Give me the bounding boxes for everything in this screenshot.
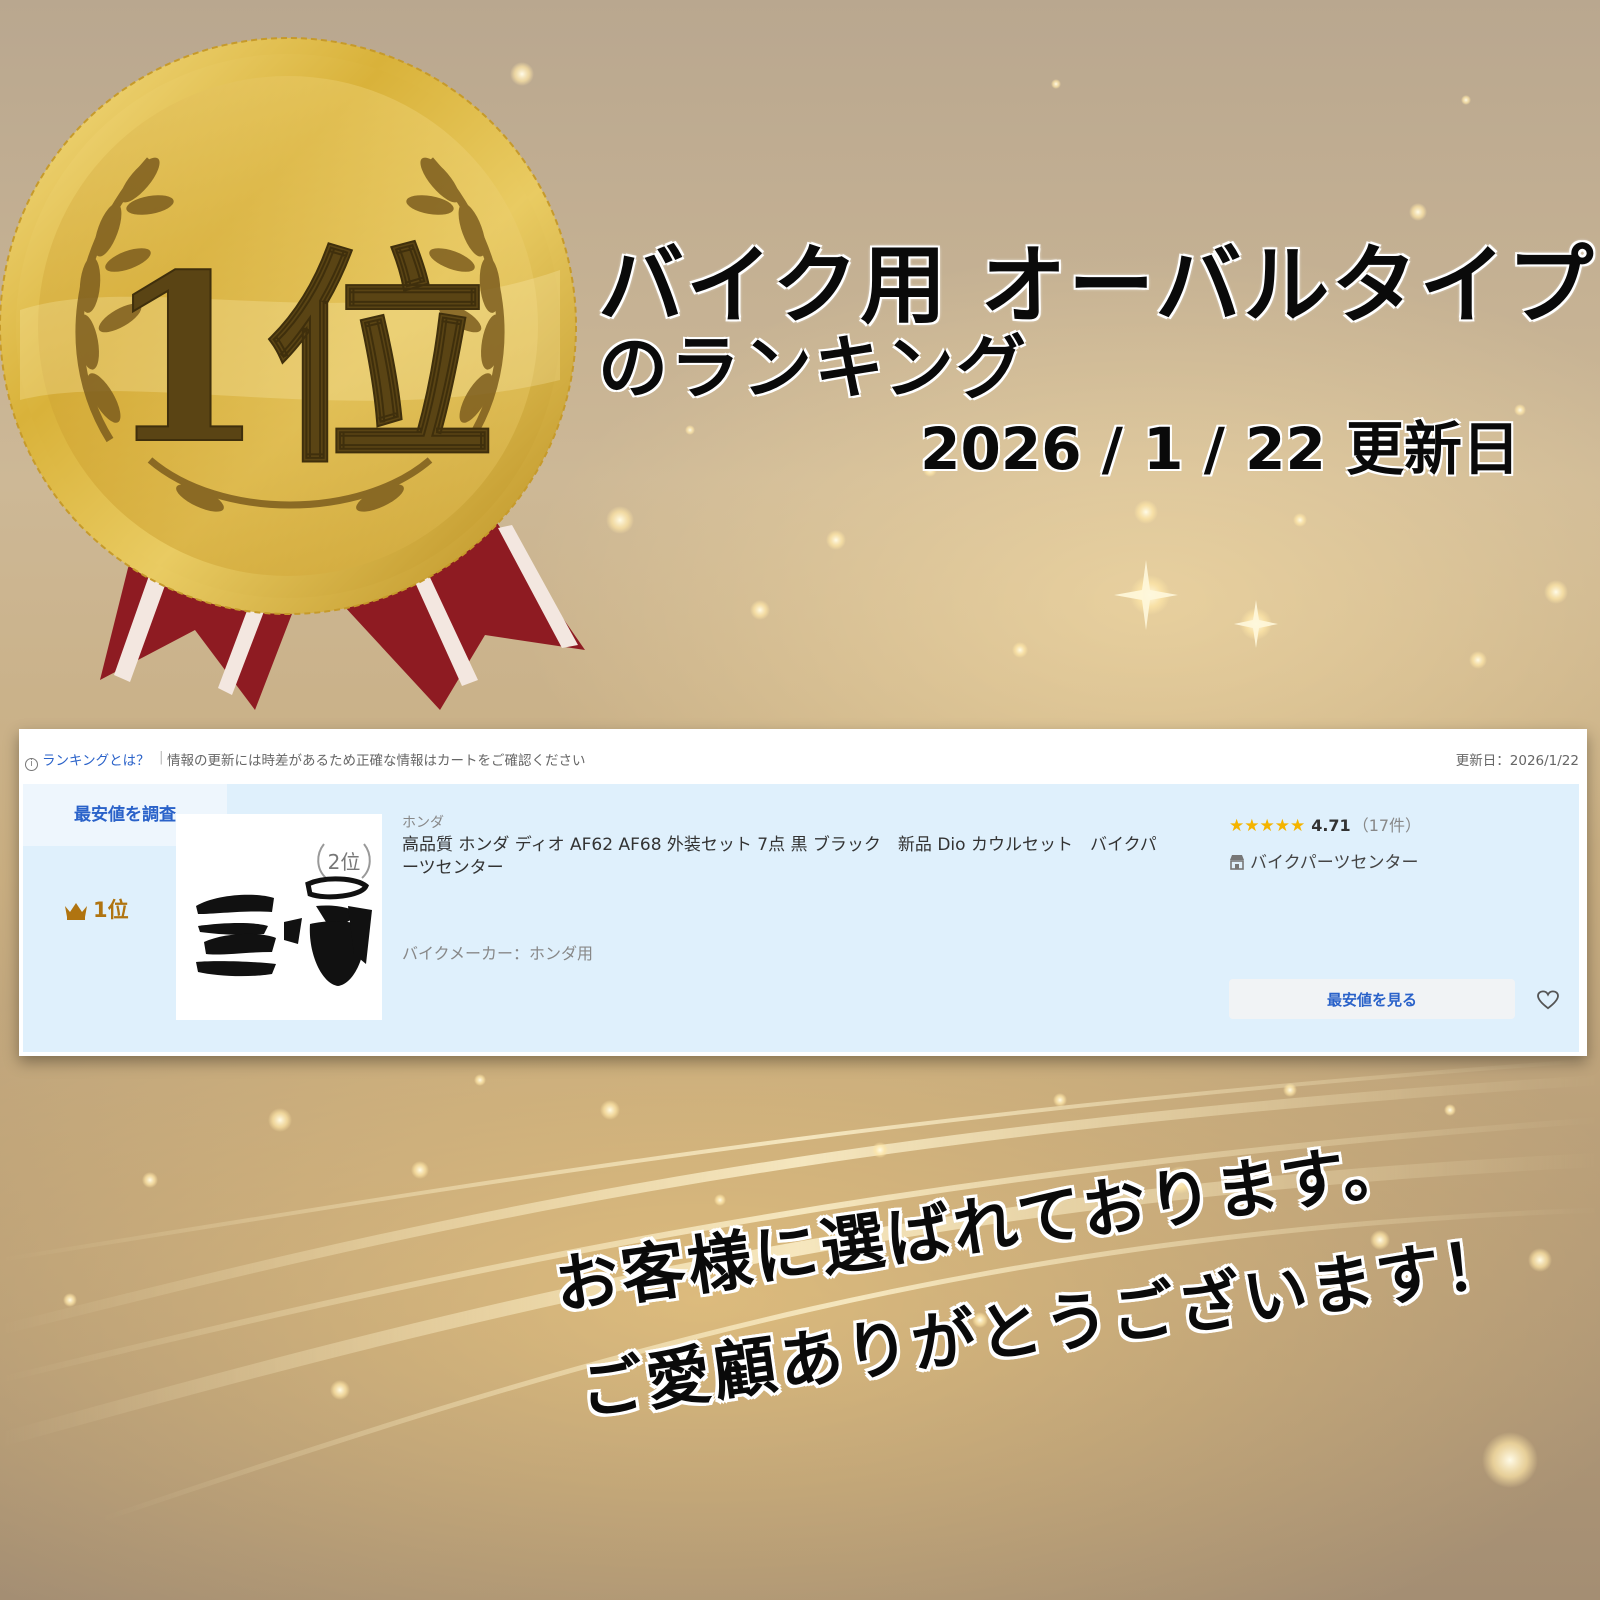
view-lowest-price-button[interactable]: 最安値を見る [1229, 979, 1515, 1019]
shop-name: バイクパーツセンター [1250, 853, 1419, 873]
cowl-parts-icon: 2位 [196, 843, 372, 986]
product-title[interactable]: 高品質 ホンダ ディオ AF62 AF68 外装セット 7点 黒 ブラック 新品… [402, 834, 1172, 880]
info-icon: i [25, 758, 38, 771]
panel-update-date: 更新日：2026/1/22 [1455, 753, 1579, 769]
star-rating-icon: ★★★★★ [1229, 816, 1306, 836]
rank-text: 1位 [93, 898, 129, 922]
image-rank-badge: 2位 [328, 850, 361, 874]
crown-icon [65, 903, 87, 920]
rating-score: 4.71 [1311, 816, 1351, 835]
banner-subline: のランキング [598, 327, 1028, 409]
shop-icon [1230, 855, 1244, 870]
ranking-panel: i ランキングとは？ | 情報の更新には時差があるため正確な情報はカートをご確認く… [19, 729, 1587, 1056]
shop-link[interactable]: バイクパーツセンター [1229, 848, 1418, 873]
review-count[interactable]: （17件） [1353, 816, 1421, 835]
banner-updated-date: 2026 / 1 / 22 更新日 [920, 415, 1520, 483]
ranking-row: 最安値を調査 1位 2位 ホンダ 高品質 ホンダ ディオ AF62 AF68 外… [23, 784, 1579, 1052]
gold-medal-icon: 1位 [0, 37, 585, 710]
info-notice: 情報の更新には時差があるため正確な情報はカートをご確認ください [167, 753, 586, 769]
product-spec: バイクメーカー：ホンダ用 [402, 944, 594, 963]
rank-badge: 1位 [63, 894, 129, 924]
ranking-info-link-label: ランキングとは？ [42, 753, 150, 769]
divider: | [159, 749, 164, 765]
ranking-info-link[interactable]: i ランキングとは？ [25, 749, 150, 771]
product-image[interactable]: 2位 [176, 814, 382, 1020]
heart-icon[interactable] [1537, 990, 1559, 1010]
medal-rank-text: 1位 [105, 225, 495, 495]
product-maker: ホンダ [402, 815, 444, 831]
panel-header: i ランキングとは？ | 情報の更新には時差があるため正確な情報はカートをご確認く… [19, 729, 1587, 784]
product-rating: ★★★★★ 4.71 （17件） [1229, 812, 1421, 836]
